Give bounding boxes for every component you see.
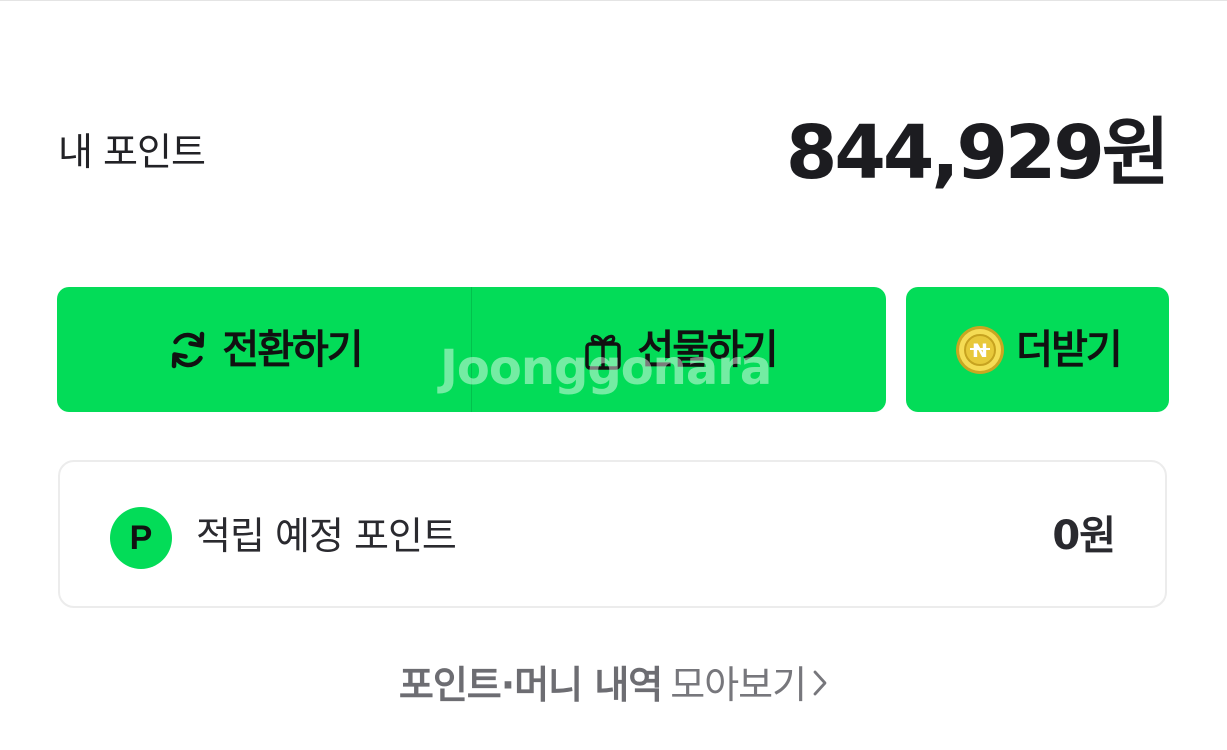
pending-points-value: 0원 [1052,513,1116,559]
balance-amount: 844,929원 [785,110,1170,196]
history-link[interactable]: 포인트·머니 내역 모아보기 [0,660,1227,710]
earn-more-button[interactable]: N 더받기 [906,287,1169,412]
point-badge-icon: P [110,507,172,569]
convert-label: 전환하기 [222,326,363,373]
history-link-title: 포인트·머니 내역 [398,663,663,707]
pending-points-card: P 적립 예정 포인트 0원 [58,460,1167,608]
gift-button[interactable]: 선물하기 [472,287,886,412]
top-divider [0,0,1227,1]
balance-label: 내 포인트 [58,130,206,174]
action-group: 전환하기 선물하기 [57,287,886,412]
pending-points-label: 적립 예정 포인트 [196,514,457,558]
convert-button[interactable]: 전환하기 [57,287,471,412]
svg-text:N: N [972,340,988,362]
earn-more-label: 더받기 [1016,326,1122,373]
refresh-icon [166,328,210,372]
gift-icon [581,328,625,372]
gift-label: 선물하기 [637,326,778,373]
history-link-action: 모아보기 [670,663,807,707]
chevron-right-icon [812,660,828,710]
naver-coin-icon: N [954,324,1006,376]
